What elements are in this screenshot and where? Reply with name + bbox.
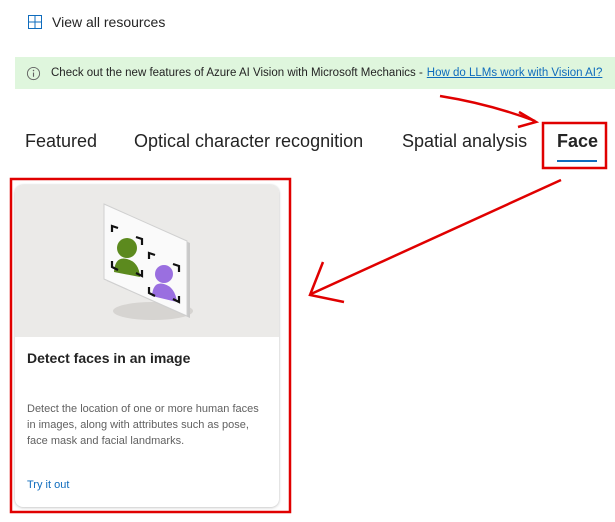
- annotation-arrow-tab: [439, 94, 536, 123]
- view-all-resources-label: View all resources: [52, 14, 166, 30]
- detect-faces-card[interactable]: Detect faces in an image Detect the loca…: [15, 185, 279, 507]
- tab-list: Featured Optical character recognition S…: [0, 122, 615, 172]
- tab-optical-character-recognition[interactable]: Optical character recognition: [134, 131, 363, 152]
- view-all-resources-link[interactable]: View all resources: [28, 12, 165, 32]
- card-title: Detect faces in an image: [27, 350, 191, 366]
- card-media: [15, 185, 279, 337]
- annotation-arrow-card: [310, 178, 562, 296]
- banner-link[interactable]: How do LLMs work with Vision AI?: [427, 67, 603, 79]
- card-description: Detect the location of one or more human…: [27, 403, 259, 447]
- banner-text: Check out the new features of Azure AI V…: [51, 67, 423, 79]
- tab-featured[interactable]: Featured: [25, 131, 97, 152]
- active-tab-indicator: [557, 160, 597, 162]
- info-icon: [26, 66, 41, 80]
- page: View all resources Check out the new fea…: [0, 0, 615, 522]
- tab-face[interactable]: Face: [557, 131, 598, 152]
- info-banner: Check out the new features of Azure AI V…: [15, 57, 615, 89]
- grid-icon: [28, 15, 42, 29]
- tab-spatial-analysis[interactable]: Spatial analysis: [402, 131, 527, 152]
- try-it-out-link[interactable]: Try it out: [27, 479, 69, 491]
- face-detection-illustration-icon: [103, 203, 193, 320]
